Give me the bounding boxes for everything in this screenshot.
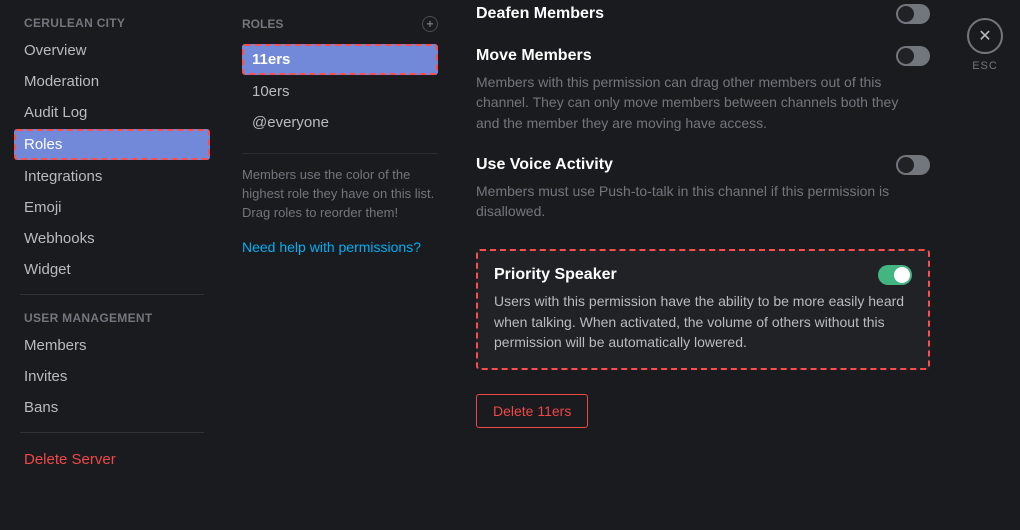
sidebar-item-integrations[interactable]: Integrations	[14, 162, 210, 191]
sidebar-item-webhooks[interactable]: Webhooks	[14, 224, 210, 253]
permission-toggle[interactable]	[896, 155, 930, 175]
role-item-everyone[interactable]: @everyone	[242, 108, 438, 137]
permission-deafen-members: Deafen Members	[476, 0, 930, 42]
permission-use-voice-activity: Use Voice Activity Members must use Push…	[476, 151, 930, 240]
permission-title: Deafen Members	[476, 5, 604, 23]
roles-header-label: ROLES	[242, 17, 283, 31]
role-item-10ers[interactable]: 10ers	[242, 77, 438, 106]
permissions-help-link[interactable]: Need help with permissions?	[242, 239, 438, 255]
permission-priority-speaker: Priority Speaker Users with this permiss…	[476, 249, 930, 370]
permission-move-members: Move Members Members with this permissio…	[476, 42, 930, 151]
permission-title: Priority Speaker	[494, 266, 617, 284]
sidebar-item-audit-log[interactable]: Audit Log	[14, 98, 210, 127]
sidebar-item-moderation[interactable]: Moderation	[14, 67, 210, 96]
roles-hint-text: Members use the color of the highest rol…	[242, 166, 438, 223]
permission-title: Move Members	[476, 47, 592, 65]
user-management-header: USER MANAGEMENT	[14, 305, 210, 329]
sidebar-item-emoji[interactable]: Emoji	[14, 193, 210, 222]
divider	[242, 153, 438, 154]
divider	[20, 432, 204, 433]
close-icon: ✕	[978, 26, 991, 46]
settings-sidebar: CERULEAN CITY Overview Moderation Audit …	[0, 0, 218, 530]
permission-toggle[interactable]	[896, 46, 930, 66]
roles-column: ROLES + 11ers 10ers @everyone Members us…	[218, 0, 456, 530]
sidebar-item-bans[interactable]: Bans	[14, 393, 210, 422]
permission-description: Members with this permission can drag ot…	[476, 72, 906, 133]
delete-role-button[interactable]: Delete 11ers	[476, 394, 588, 428]
server-name-header: CERULEAN CITY	[14, 10, 210, 34]
divider	[20, 294, 204, 295]
sidebar-item-widget[interactable]: Widget	[14, 255, 210, 284]
permission-toggle[interactable]	[878, 265, 912, 285]
add-role-icon[interactable]: +	[422, 16, 438, 32]
permission-toggle[interactable]	[896, 4, 930, 24]
sidebar-item-members[interactable]: Members	[14, 331, 210, 360]
permission-title: Use Voice Activity	[476, 156, 613, 174]
sidebar-item-roles[interactable]: Roles	[14, 129, 210, 160]
permission-description: Users with this permission have the abil…	[494, 291, 912, 352]
role-item-11ers[interactable]: 11ers	[242, 44, 438, 75]
close-button[interactable]: ✕	[967, 18, 1003, 54]
sidebar-item-invites[interactable]: Invites	[14, 362, 210, 391]
close-area: ✕ ESC	[950, 0, 1020, 530]
permission-description: Members must use Push-to-talk in this ch…	[476, 181, 906, 222]
close-label: ESC	[972, 60, 998, 72]
delete-server-button[interactable]: Delete Server	[14, 445, 210, 474]
sidebar-item-overview[interactable]: Overview	[14, 36, 210, 65]
permissions-panel: Deafen Members Move Members Members with…	[456, 0, 950, 530]
